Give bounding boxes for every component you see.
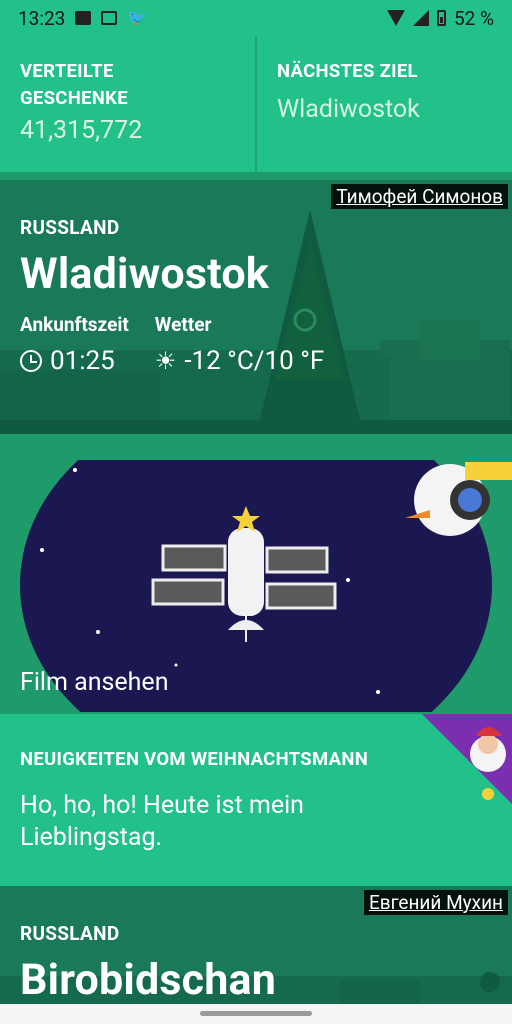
arrival-block: Ankunftszeit 01:25 bbox=[20, 313, 129, 376]
weather-block: Wetter ☀ -12 °C/10 °F bbox=[155, 313, 325, 376]
next-destination-stat: NÄCHSTES ZIEL Wladiwostok bbox=[255, 36, 512, 172]
battery-icon bbox=[437, 10, 446, 26]
next-city-name: Birobidschan bbox=[20, 955, 277, 1004]
sun-icon: ☀ bbox=[154, 347, 177, 375]
film-label: Film ansehen bbox=[20, 668, 169, 697]
film-card[interactable]: Film ansehen bbox=[0, 460, 512, 712]
current-city-card[interactable]: Тимофей Симонов RUSSLAND Wladiwostok Ank… bbox=[0, 180, 512, 434]
city-info: RUSSLAND Wladiwostok Ankunftszeit 01:25 … bbox=[20, 216, 324, 376]
navigation-bar bbox=[0, 1004, 512, 1024]
next-city-country: RUSSLAND bbox=[20, 922, 120, 945]
delivered-label: VERTEILTE GESCHENKE bbox=[20, 60, 128, 109]
next-city-info: RUSSLAND Birobidschan bbox=[20, 922, 276, 1004]
next-destination-label: NÄCHSTES ZIEL bbox=[277, 60, 418, 82]
stats-panel: VERTEILTE GESCHENKE 41,315,772 NÄCHSTES … bbox=[0, 36, 512, 172]
weather-value: -12 °C/10 °F bbox=[184, 346, 325, 376]
arrival-value: 01:25 bbox=[50, 346, 115, 376]
news-card[interactable]: NEUIGKEITEN VOM WEIHNACHTSMANN Ho, ho, h… bbox=[0, 714, 512, 886]
clock-icon bbox=[20, 350, 42, 372]
mail-icon bbox=[101, 11, 118, 25]
battery-percent: 52 % bbox=[454, 6, 494, 30]
twitter-icon: 🐦 bbox=[127, 8, 148, 27]
signal-icon bbox=[413, 10, 429, 26]
news-text: Ho, ho, ho! Heute ist mein Lieblingstag. bbox=[20, 791, 304, 852]
satellite-body bbox=[228, 528, 264, 616]
weather-label: Wetter bbox=[154, 313, 212, 336]
arrival-label: Ankunftszeit bbox=[20, 313, 129, 336]
photo-icon bbox=[75, 11, 92, 25]
news-title: NEUIGKEITEN VOM WEIHNACHTSMANN bbox=[20, 748, 369, 770]
weather-value-row: ☀ -12 °C/10 °F bbox=[155, 346, 325, 376]
home-gesture-handle[interactable] bbox=[200, 1011, 312, 1016]
next-destination-value: Wladiwostok bbox=[277, 95, 420, 124]
arrival-value-row: 01:25 bbox=[20, 346, 129, 376]
delivered-value: 41,315,772 bbox=[20, 116, 143, 145]
photo-credit-link[interactable]: Тимофей Симонов bbox=[331, 184, 508, 209]
wifi-icon bbox=[387, 10, 405, 26]
next-photo-credit-link[interactable]: Евгений Мухин bbox=[363, 890, 508, 915]
city-meta: Ankunftszeit 01:25 Wetter ☀ -12 °C/10 °F bbox=[20, 313, 324, 376]
next-city-card[interactable]: Евгений Мухин RUSSLAND Birobidschan bbox=[0, 886, 512, 1004]
status-time: 13:23 bbox=[18, 6, 66, 30]
city-country: RUSSLAND bbox=[20, 216, 120, 239]
delivered-stat: VERTEILTE GESCHENKE 41,315,772 bbox=[0, 36, 255, 172]
status-bar: 13:23 🐦 52 % bbox=[0, 0, 512, 36]
city-name: Wladiwostok bbox=[20, 249, 269, 299]
